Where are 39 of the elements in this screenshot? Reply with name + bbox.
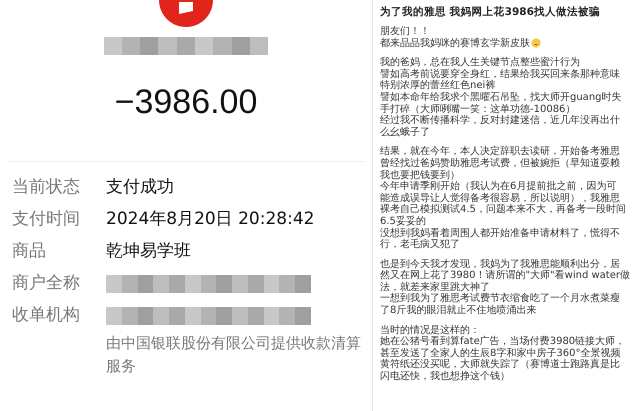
post-title: 为了我的雅思 我妈网上花3986找人做法被骗 xyxy=(380,5,601,19)
post-text-line: 了8斤我的眼泪就止不住地喷涌出来 xyxy=(380,305,536,317)
post-text-line: 没想到我妈看着周围人都开始准备申请材料了，慌得不 xyxy=(380,228,620,238)
post-text-line: 朋友们！！ xyxy=(380,26,430,38)
post-text-line: 譬如高考前说要穿全身红，结果给我买回来条那种意味 xyxy=(380,68,620,80)
post-text-line: 手打碎（大师咧嘴一笑：这单功德-10086） xyxy=(380,104,576,115)
post-text-line: 我也要把钱要到） xyxy=(380,170,460,181)
detail-label: 收单机构 xyxy=(11,304,81,327)
post-text-line: 法，就差来家里跳大神了 xyxy=(380,282,490,293)
detail-value: 支付成功 xyxy=(106,176,174,199)
post-text-line: 特别浓厚的蕾丝红色nei裤 xyxy=(380,80,496,92)
post-text-line: 甚至发送了全家人的生辰8字和家中房子360°全景视频 xyxy=(380,348,620,359)
clearing-note: 由中国银联股份有限公司提供收款清算服务 xyxy=(106,333,362,377)
post-text-line: 她在公猪号看到算fate广告，当场付费3980链接大师， xyxy=(380,336,626,348)
post-text-line: 能造成误导让人觉得备考很容易，所以说明），我雅思 xyxy=(380,192,620,204)
detail-value: 2024年8月20日 20:28:42 xyxy=(106,208,314,231)
post-text-line: 一想到我为了雅思考试费节衣缩食吃了一个月水煮菜瘦 xyxy=(380,293,620,304)
post-text-line: 6.5妥妥的 xyxy=(380,216,426,228)
post-text-line: 经过我不断传播科学，反对封建迷信，近几年没再出什 xyxy=(380,115,620,126)
payment-amount: −3986.00 xyxy=(114,83,258,122)
post-text-line: 裸考自己模拟测试4.5，问题本来不大，再备考一段时间 xyxy=(380,204,626,216)
detail-label: 商户全称 xyxy=(11,272,81,295)
post-text-line: 都来品品我妈咪的赛博玄学新皮肤 xyxy=(380,38,530,50)
post-text-line: 么幺蛾子了 xyxy=(380,126,430,138)
post-text-line: 譬如本命年给我求个黑曜石吊坠，找大师开guang时失 xyxy=(380,92,622,104)
post-text-line: 闪电还快，我也想挣这个钱） xyxy=(380,371,510,383)
post-text-line: 我的爸妈，总在我人生关键节点整些蜜汁行为 xyxy=(380,57,580,68)
detail-label: 商品 xyxy=(11,240,47,263)
post-text-line: 当时的情况是这样的： xyxy=(380,324,480,336)
post-text-line: 行，老毛病又犯了 xyxy=(380,239,460,251)
detail-label: 当前状态 xyxy=(11,176,81,199)
post-text-line: 然又在网上花了3980！请所谓的"大师"看wind water做 xyxy=(380,270,630,282)
post-text-line: 曾经找过爸妈赞助雅思考试费，但被婉拒（早知道耍赖 xyxy=(380,158,620,170)
post-text-line: 今年申请季刚开始（我认为在6月提前批之前，因为可 xyxy=(380,181,616,192)
post-text-line: 黄符纸还没买呢，大师就失踪了（赛博道士跑路真是比 xyxy=(380,359,620,370)
detail-value: 乾坤易学班 xyxy=(106,240,191,263)
detail-label: 支付时间 xyxy=(11,208,81,231)
post-text-line: 也是到今天我才发现，我妈为了我雅思能顺利出分，居 xyxy=(380,258,620,270)
post-text-line: 结果，就在今年，本人决定辞职去读研，开始备考雅思 xyxy=(380,146,620,158)
